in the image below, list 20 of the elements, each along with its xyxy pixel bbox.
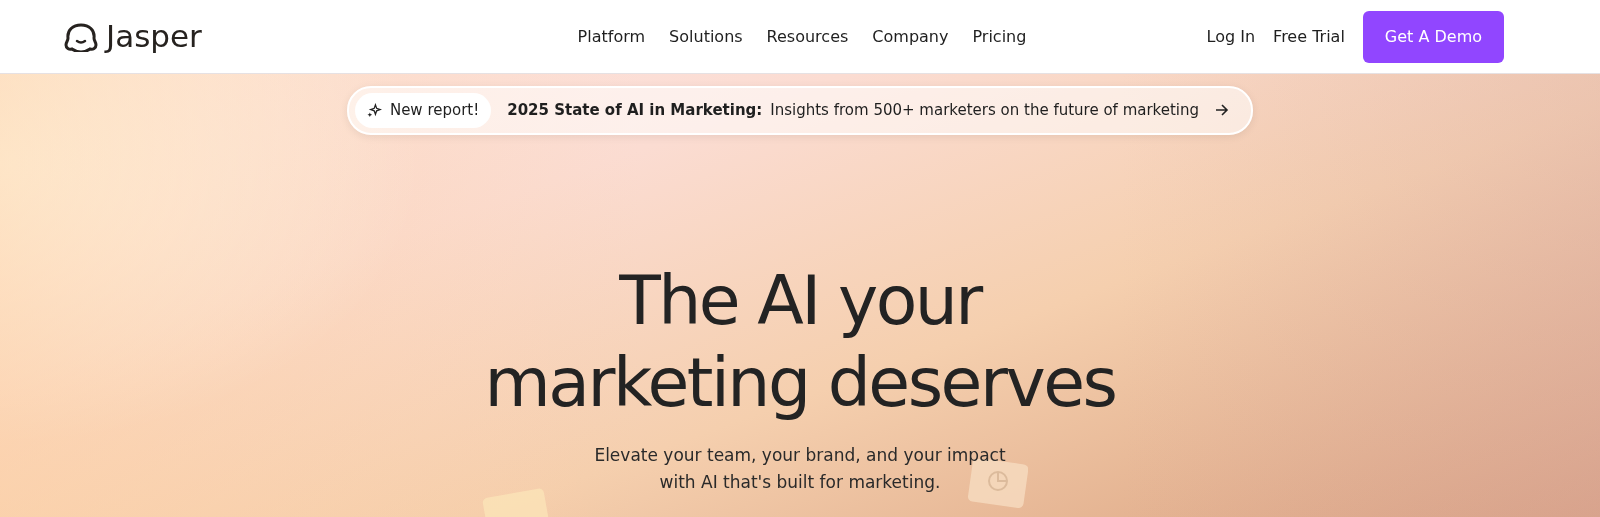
subtitle: with AI that's built for marketing. <box>659 470 941 494</box>
nav-link[interactable]: Solutions <box>669 24 743 49</box>
header-link[interactable]: Log In <box>1206 24 1256 49</box>
arrow-right-icon <box>1215 103 1230 118</box>
get-demo-button[interactable]: Get A Demo <box>1362 10 1504 63</box>
sparkle-icon <box>366 102 382 118</box>
new-report-badge: New report! <box>354 93 492 128</box>
nav-link[interactable]: Resources <box>766 24 849 49</box>
headline: marketing deserves <box>484 341 1116 424</box>
headline: The AI your <box>619 259 981 342</box>
report-title: 2025 State of AI in Marketing: <box>507 100 763 121</box>
nav-link[interactable]: Company <box>872 24 949 49</box>
nav-link[interactable]: Pricing <box>972 24 1027 49</box>
report-description: Insights from 500+ marketers on the future of marketing <box>770 100 1200 121</box>
header-link[interactable]: Free Trial <box>1273 24 1345 49</box>
nav-link[interactable]: Platform <box>577 24 646 49</box>
logo-text[interactable]: Jasper <box>106 13 202 60</box>
subtitle: Elevate your team, your brand, and your impact <box>594 443 1006 467</box>
announcement-banner[interactable]: New report! 2025 State of AI in Marketing: Insights from 500+ marketers on the future of marketing <box>346 86 1254 135</box>
logo-icon <box>64 21 98 52</box>
